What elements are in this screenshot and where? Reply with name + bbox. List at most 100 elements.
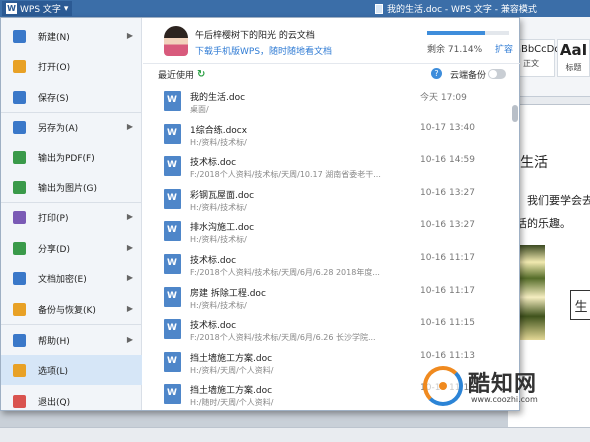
file-date: 10-16 11:17	[420, 285, 475, 296]
menu-item-save-as[interactable]: 另存为(A) ▶	[1, 112, 142, 142]
file-name: 房建 拆除工程.doc	[190, 288, 266, 299]
word-doc-icon	[164, 188, 181, 209]
menu-item-save[interactable]: 保存(S)	[1, 82, 142, 112]
file-path: H:/资料/技术标/	[190, 202, 247, 212]
menu-item-lock[interactable]: 文档加密(E) ▶	[1, 263, 142, 293]
app-menu-label: WPS 文字	[20, 5, 61, 15]
recent-file-row[interactable]: 排水沟施工.docH:/资料/技术标/10-16 13:27	[143, 216, 511, 249]
file-path: H:/随时/天周/个人资料/	[190, 398, 274, 408]
menu-item-folder[interactable]: 打开(O)	[1, 51, 142, 81]
menu-item-image-export[interactable]: 输出为图片(G)	[1, 172, 142, 202]
help-circle-icon[interactable]: ?	[431, 68, 442, 79]
recent-file-row[interactable]: 1综合练.docxH:/资料/技术标/10-17 13:40	[143, 119, 511, 152]
menu-item-label: 另存为(A)	[38, 123, 79, 134]
backup-icon	[13, 302, 26, 316]
doc-text-box[interactable]: 生	[570, 290, 590, 320]
file-date: 10-16 11:13	[420, 350, 475, 361]
recent-file-row[interactable]: 我的生活.doc 桌面/今天 17:09	[143, 86, 511, 119]
menu-item-gear[interactable]: 选项(L)	[1, 355, 142, 385]
word-doc-icon	[164, 91, 181, 111]
file-name: 技术标.doc	[190, 256, 237, 266]
doc-line: 活的乐趣。	[516, 217, 571, 230]
menu-item-new[interactable]: 新建(N) ▶	[1, 21, 142, 51]
menu-item-label: 新建(N)	[38, 32, 70, 43]
menu-item-pdf[interactable]: 输出为PDF(F)	[1, 142, 142, 172]
recent-file-row[interactable]: 技术标.doc F:/2018个人资料/技术标/天周/6月/6.28 2018年度…	[143, 249, 511, 282]
doc-line: 。我们要学会去	[516, 194, 590, 207]
file-name: 挡土墙施工方案.doc	[190, 353, 273, 364]
pdf-icon	[13, 150, 26, 164]
file-name: 技术标.doc	[190, 321, 237, 332]
gear-icon	[13, 363, 26, 377]
word-doc-icon	[164, 221, 181, 242]
menu-item-label: 输出为图片(G)	[38, 183, 97, 194]
recent-header: 最近使用 ↻	[158, 68, 205, 81]
word-doc-icon	[164, 123, 181, 144]
watermark: 酷知网 www.coozhi.com	[413, 361, 590, 413]
chevron-down-icon: ▾	[63, 3, 69, 14]
watermark-title: 酷知网	[468, 372, 538, 397]
file-date: 10-16 13:27	[420, 220, 475, 231]
scroll-thumb[interactable]	[512, 105, 518, 122]
status-bar	[0, 427, 590, 442]
file-path: H:/资料/技术标/	[190, 300, 247, 310]
file-menu-nav: 新建(N) ▶ 打开(O) 保存(S) 另存为(A) ▶ 输出为PDF(F) 输出为图片(G)…	[1, 18, 142, 410]
recent-file-row[interactable]: 技术标.docF:/2018个人资料/技术标/天周/10.17 湖南省委老干..…	[143, 151, 511, 184]
file-path: H:/资料/天周/个人资料/	[190, 365, 274, 375]
word-doc-icon	[164, 351, 181, 372]
menu-item-label: 备份与恢复(K)	[38, 305, 96, 316]
word-doc-icon	[164, 286, 181, 307]
file-name: 排水沟施工.doc	[190, 223, 255, 234]
menu-item-label: 分享(D)	[38, 244, 70, 255]
menu-item-label: 帮助(H)	[38, 336, 70, 347]
folder-icon	[13, 59, 26, 73]
word-doc-icon	[164, 384, 181, 405]
menu-item-backup[interactable]: 备份与恢复(K) ▶	[1, 294, 142, 324]
capacity-text: 剩余 71.14%	[427, 45, 483, 55]
cloud-account-header: 午后梓樱树下的阳光 的云文档 下载手机版WPS，随时随地看文档 剩余 71.14…	[143, 18, 520, 64]
recent-file-row[interactable]: 彩钢瓦屋面.docH:/资料/技术标/10-16 13:27	[143, 184, 511, 217]
app-menu-button[interactable]: W WPS 文字 ▾	[2, 1, 73, 16]
file-date: 10-16 11:17	[420, 253, 475, 263]
recent-title: 最近使用	[158, 71, 195, 81]
menu-item-label: 打开(O)	[38, 62, 71, 73]
doc-heading: 生活	[520, 155, 548, 171]
title-bar: W WPS 文字 ▾ 我的生活.doc - WPS 文字 - 兼容模式	[0, 0, 590, 17]
file-name: 1综合练.docx	[190, 125, 248, 136]
mobile-download-link[interactable]: 下载手机版WPS，随时随地看文档	[195, 44, 332, 57]
file-path: F:/2018个人资料/技术标/天周/6月/6.26 长沙学院...	[190, 333, 376, 343]
style-name: 标题	[565, 63, 582, 72]
help-icon	[13, 333, 26, 347]
menu-item-help[interactable]: 帮助(H) ▶	[1, 325, 142, 355]
chevron-right-icon: ▶	[126, 122, 133, 131]
file-name: 挡土墙施工方案.doc	[190, 386, 273, 397]
cloud-account-name[interactable]: 午后梓樱树下的阳光 的云文档	[195, 28, 315, 41]
refresh-icon[interactable]: ↻	[197, 69, 205, 80]
word-doc-icon	[164, 319, 181, 340]
save-as-icon	[13, 120, 26, 134]
share-icon	[13, 241, 26, 255]
file-date: 10-16 14:59	[420, 155, 475, 166]
avatar[interactable]	[164, 26, 188, 56]
scrollbar[interactable]	[512, 86, 518, 406]
word-doc-icon	[164, 156, 181, 177]
expand-capacity-link[interactable]: 扩容	[495, 42, 513, 55]
printer-icon	[13, 210, 26, 224]
document-icon	[375, 3, 383, 14]
document-image[interactable]	[520, 245, 545, 340]
capacity-fill	[427, 31, 486, 35]
window-title-text: 我的生活.doc - WPS 文字 - 兼容模式	[387, 5, 537, 15]
cloud-backup-toggle[interactable]	[488, 69, 506, 79]
file-date: 10-17 13:40	[420, 122, 475, 133]
menu-item-printer[interactable]: 打印(P) ▶	[1, 202, 142, 232]
recent-file-row[interactable]: 房建 拆除工程.docH:/资料/技术标/10-16 11:17	[143, 282, 511, 315]
new-icon	[13, 29, 26, 43]
menu-item-label: 打印(P)	[38, 213, 69, 224]
word-doc-icon	[164, 254, 181, 274]
recent-file-row[interactable]: 技术标.docF:/2018个人资料/技术标/天周/6月/6.26 长沙学院..…	[143, 314, 511, 347]
menu-item-share[interactable]: 分享(D) ▶	[1, 233, 142, 263]
file-path: F:/2018个人资料/技术标/天周/6月/6.28 2018年度...	[190, 268, 380, 277]
style-heading[interactable]: AaI 标题	[557, 39, 590, 77]
menu-item-exit[interactable]: 退出(Q)	[1, 386, 142, 416]
save-icon	[13, 90, 26, 104]
